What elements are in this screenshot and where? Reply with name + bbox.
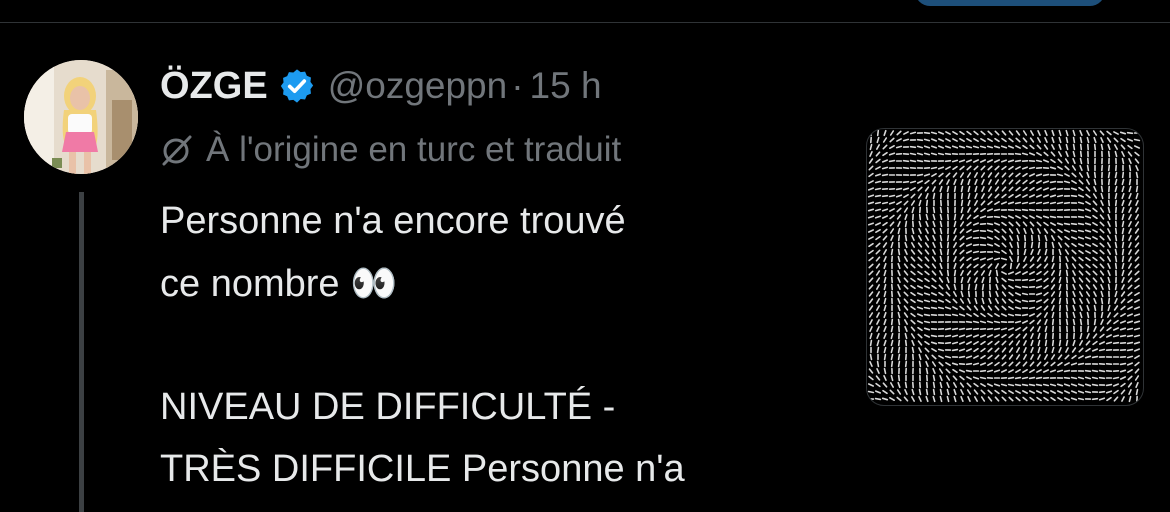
tweet-text-line: TRÈS DIFFICILE Personne n'a (160, 438, 820, 500)
tweet-text: Personne n'a encore trouvé ce nombre 👀 N… (160, 190, 820, 500)
verified-badge-icon[interactable] (278, 67, 316, 105)
tweet-text-fragment: ce nombre (160, 263, 350, 305)
separator-dot: · (511, 65, 523, 107)
tweet-text-line: Personne n'a encore trouvé (160, 190, 820, 252)
tweet-timestamp[interactable]: 15 h (530, 65, 602, 107)
translate-icon (160, 133, 194, 167)
author-handle[interactable]: @ozgeppn (328, 65, 508, 107)
top-divider (0, 22, 1170, 23)
thread-line (79, 192, 84, 512)
optical-illusion-image (867, 129, 1143, 405)
translation-text: À l'origine en turc et traduit (206, 130, 621, 170)
avatar[interactable] (24, 60, 138, 174)
tweet-text-line: ce nombre 👀 (160, 252, 820, 314)
top-button-edge[interactable] (915, 0, 1105, 6)
tweet-text-line: NIVEAU DE DIFFICULTÉ - (160, 376, 820, 438)
eyes-emoji-icon: 👀 (350, 261, 397, 305)
tweet-media[interactable] (866, 128, 1144, 406)
author-display-name[interactable]: ÖZGE (160, 65, 268, 108)
translation-note[interactable]: À l'origine en turc et traduit (160, 126, 621, 174)
tweet-header: ÖZGE @ozgeppn · 15 h (160, 62, 602, 110)
blank-line (160, 314, 820, 376)
profile-photo-icon (24, 60, 138, 174)
